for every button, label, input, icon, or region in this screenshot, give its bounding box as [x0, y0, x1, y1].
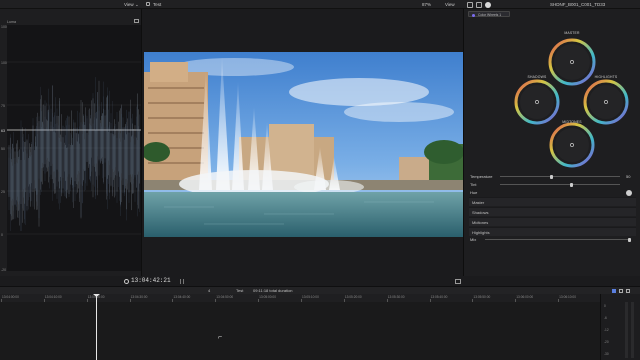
timeline-ruler[interactable]: 13:04:00:0013:04:10:0013:04:20:0013:04:3… [0, 294, 600, 302]
ruler-tick-label: 13:04:50:00 [216, 295, 234, 299]
meter-scale-12: -12 [604, 328, 609, 332]
ruler-tick-label: 13:05:00:00 [259, 295, 276, 299]
shadows-wheel-label: SHADOWS [527, 75, 547, 79]
zoom-level-menu[interactable]: 87% [422, 0, 431, 9]
highlights-wheel[interactable] [583, 79, 629, 125]
ruler-tick-label: 13:05:20:00 [344, 295, 362, 299]
playhead-timecode[interactable]: 13:04:42:21 [131, 276, 171, 286]
scope-scale-minus20: -20 [1, 268, 6, 272]
video-frame[interactable] [144, 52, 463, 237]
section-shadows[interactable]: Shadows [469, 207, 636, 216]
inspector-clip-id: SHDNF_B001_C001_TD33 [550, 2, 606, 7]
waveform-scope-panel: 100 100 75 63 50 25 0 -20 Luma [0, 9, 142, 276]
mix-row: Mix [470, 235, 635, 244]
viewer-clip-name: Test [153, 2, 162, 7]
ruler-tick-label: 13:06:10:00 [559, 295, 576, 299]
inspector-audio-tab-icon[interactable] [476, 1, 482, 8]
timeline-clip-appearance-icon[interactable] [619, 289, 623, 293]
tint-slider-thumb[interactable] [570, 182, 573, 187]
inspector-info-tab-icon[interactable] [485, 1, 491, 8]
mix-label: Mix [470, 237, 477, 242]
scope-scale-75-top: 100 [1, 61, 7, 65]
midtones-wheel-label: MIDTONES [562, 120, 582, 124]
ruler-tick-label: 13:06:00:00 [516, 295, 534, 299]
viewer-panel [143, 9, 463, 276]
color-effect-name: Color Wheels 1 [478, 12, 502, 17]
tint-label: Tint [470, 182, 477, 187]
scope-scale-marker: 63 [1, 129, 5, 133]
meter-scale-6: -6 [604, 316, 607, 320]
ruler-tick-label: 13:04:10:00 [44, 295, 62, 299]
color-effect-selector[interactable]: Color Wheels 1 [468, 11, 510, 17]
scope-scale-75: 75 [1, 104, 5, 108]
color-wheels [514, 38, 629, 168]
audio-meters-panel: 0 -6 -12 -20 -30 [600, 294, 640, 360]
meter-scale-20: -20 [604, 340, 609, 344]
ruler-tick-label: 13:05:40:00 [430, 295, 448, 299]
meter-left-channel [625, 302, 628, 358]
viewer-timecode-bar: 13:04:42:21 [0, 276, 640, 286]
meter-right-channel [631, 302, 634, 358]
effect-enable-icon[interactable] [472, 13, 475, 17]
master-wheel-label: MASTER [564, 31, 580, 35]
chevron-down-icon: ⌄ [134, 2, 139, 7]
ruler-tick-label: 13:05:30:00 [387, 295, 405, 299]
ruler-tick-label: 13:04:30:00 [130, 295, 148, 299]
temperature-slider-thumb[interactable] [550, 174, 553, 179]
luma-waveform: 100 100 75 63 50 25 0 -20 [1, 25, 141, 272]
fountain-scene-image [144, 52, 463, 237]
scope-scale-0: 0 [1, 233, 3, 237]
top-toolbar: View ⌄ Test 87% View SHDNF_B001_C001_TD3… [0, 0, 640, 9]
scope-view-label: View [124, 2, 134, 7]
temperature-label: Temperature [470, 174, 493, 179]
highlights-wheel-label: HIGHLIGHTS [594, 75, 618, 79]
timecode-divider-icon [180, 279, 184, 284]
scope-view-menu[interactable]: View ⌄ [124, 0, 139, 9]
scope-settings-icon[interactable] [134, 19, 139, 23]
hue-row: Hue [470, 188, 635, 197]
meter-scale-30: -30 [604, 352, 609, 356]
temperature-slider[interactable] [500, 176, 620, 177]
shadows-wheel[interactable] [514, 79, 560, 125]
mix-slider[interactable] [485, 239, 630, 240]
section-master[interactable]: Master [469, 197, 636, 206]
scope-scale-25: 25 [1, 190, 5, 194]
app-window: View ⌄ Test 87% View SHDNF_B001_C001_TD3… [0, 0, 640, 360]
scope-scale-50: 50 [1, 147, 5, 151]
viewer-layout-icon[interactable] [146, 2, 150, 6]
timeline-header: 4 Test 09:11:18 total duration [0, 286, 640, 294]
scope-mode-label: Luma [7, 20, 16, 24]
timeline-track-area[interactable]: ⌐ [0, 294, 600, 360]
play-icon[interactable] [124, 279, 129, 284]
timeline-view-icon[interactable] [612, 289, 616, 293]
viewer-view-menu[interactable]: View [445, 0, 455, 9]
scope-scale-100: 100 [1, 25, 7, 29]
ruler-tick-label: 13:05:50:00 [473, 295, 491, 299]
inspector-video-tab-icon[interactable] [467, 1, 473, 8]
tint-slider[interactable] [500, 184, 620, 185]
ruler-tick-label: 13:05:10:00 [302, 295, 319, 299]
mouse-cursor-icon: ⌐ [218, 334, 223, 341]
timeline-effects-icon[interactable] [626, 289, 630, 293]
color-inspector-panel: Color Wheels 1 MASTER SHADOWS HIGHLIGHTS… [463, 9, 640, 276]
hue-label: Hue [470, 190, 478, 195]
fullscreen-icon[interactable] [455, 278, 461, 284]
midtones-wheel[interactable] [549, 122, 595, 168]
ruler-tick-label: 13:04:00:00 [2, 295, 19, 299]
section-midtones[interactable]: Midtones [469, 217, 636, 226]
ruler-tick-label: 13:04:40:00 [173, 295, 191, 299]
meter-scale-0: 0 [604, 304, 606, 308]
master-wheel[interactable] [548, 38, 596, 86]
playhead[interactable] [96, 294, 97, 360]
mix-slider-thumb[interactable] [628, 237, 631, 242]
hue-dial-icon[interactable] [626, 189, 632, 196]
